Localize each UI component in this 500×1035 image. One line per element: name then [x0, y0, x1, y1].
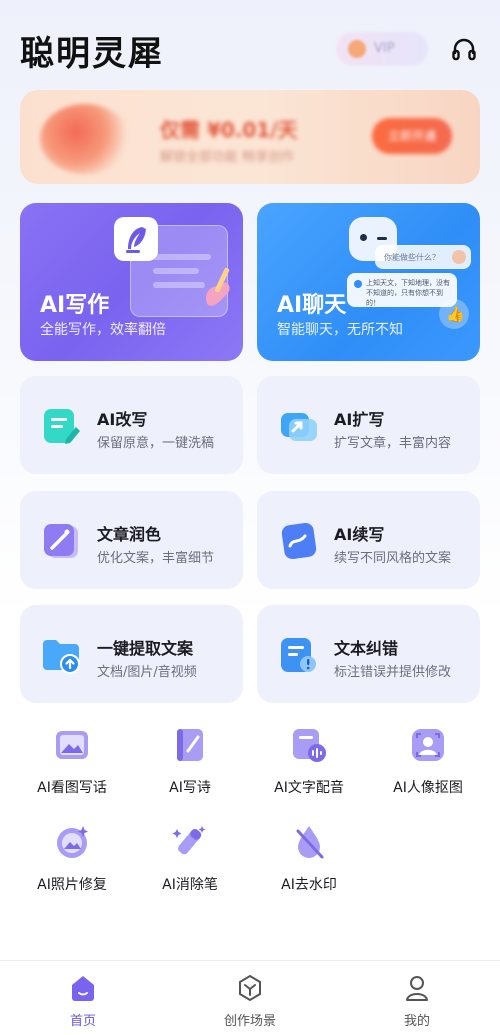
bot-avatar-icon: [354, 280, 362, 288]
tool-label: AI看图写话: [37, 780, 107, 796]
tool-picture-write[interactable]: AI看图写话: [16, 725, 126, 815]
card-title: 文本纠错: [334, 639, 399, 658]
card-subtitle: 保留原意，一键洗稿: [97, 436, 215, 451]
voice-dub-icon: [293, 729, 326, 762]
proofread-icon: [281, 638, 316, 672]
feature-card-ai-expand[interactable]: AI扩写 扩写文章，丰富内容: [257, 376, 480, 474]
feature-card-continue[interactable]: AI续写 续写不同风格的文案: [257, 491, 480, 589]
vip-label: VIP: [374, 41, 395, 56]
gift-illustration-icon: [40, 104, 130, 174]
tool-label: AI文字配音: [274, 780, 344, 796]
card-subtitle: 标注错误并提供修改: [334, 665, 452, 680]
home-icon: [72, 976, 94, 1001]
chat-bubble-answer: 上知天文，下知地理，没有不知道的，只有你想不到的！: [347, 273, 457, 307]
bottom-tab-bar: 首页 创作场景 我的: [0, 960, 500, 1035]
tool-label: AI消除笔: [162, 877, 218, 893]
vip-coin-icon: [348, 40, 366, 58]
vip-badge-button[interactable]: VIP: [336, 32, 428, 66]
tool-label: AI照片修复: [37, 877, 107, 893]
portrait-cutout-icon: [412, 729, 444, 761]
headset-icon[interactable]: [450, 36, 478, 64]
tool-label: AI人像抠图: [393, 780, 463, 796]
tab-profile[interactable]: 我的: [367, 973, 467, 1033]
continue-write-icon: [281, 522, 317, 560]
poem-book-icon: [177, 729, 203, 761]
magic-wand-icon: [44, 524, 78, 558]
feature-card-extract[interactable]: 一键提取文案 文档/图片/音视频: [20, 605, 243, 703]
user-icon: [406, 976, 428, 1001]
hand-pen-icon: [206, 267, 230, 306]
tab-label: 创作场景: [223, 1014, 276, 1029]
card-title: 文章润色: [97, 525, 162, 544]
feature-card-proofread[interactable]: 文本纠错 标注错误并提供修改: [257, 605, 480, 703]
hexagon-box-icon: [239, 974, 261, 1002]
eraser-pen-icon: [172, 826, 206, 855]
card-subtitle: 优化文案，丰富细节: [97, 551, 215, 566]
tool-voice-dub[interactable]: AI文字配音: [253, 725, 363, 815]
feature-card-ai-rewrite[interactable]: AI改写 保留原意，一键洗稿: [20, 376, 243, 474]
user-avatar-icon: [452, 250, 466, 264]
hero-title: AI聊天: [277, 293, 347, 318]
card-title: 一键提取文案: [97, 639, 194, 658]
hero-subtitle: 智能聊天，无所不知: [277, 322, 403, 338]
banner-subtitle: 解锁全部功能 畅享创作: [160, 150, 295, 165]
hero-title: AI写作: [40, 293, 110, 318]
tab-creation-scenes[interactable]: 创作场景: [200, 973, 300, 1033]
tool-portrait-cutout[interactable]: AI人像抠图: [372, 725, 482, 815]
tab-home[interactable]: 首页: [33, 973, 133, 1033]
app-title: 聪明灵犀: [20, 34, 164, 74]
banner-cta-button[interactable]: 立即开通: [372, 118, 452, 154]
card-subtitle: 续写不同风格的文案: [334, 551, 452, 566]
card-title: AI扩写: [334, 410, 385, 429]
chat-bubble-question: 你能做些什么？: [375, 245, 471, 269]
quill-pen-icon: [114, 217, 158, 261]
hero-card-ai-chat[interactable]: 你能做些什么？ 上知天文，下知地理，没有不知道的，只有你想不到的！ 👍 AI聊天…: [257, 203, 480, 361]
card-title: AI改写: [97, 410, 148, 429]
tool-label: AI写诗: [169, 780, 211, 796]
folder-upload-icon: [43, 640, 80, 674]
tool-watermark-remove[interactable]: AI去水印: [253, 822, 363, 912]
tab-label: 首页: [69, 1014, 96, 1029]
card-subtitle: 扩写文章，丰富内容: [334, 436, 452, 451]
feature-card-polish[interactable]: 文章润色 优化文案，丰富细节: [20, 491, 243, 589]
card-title: AI续写: [334, 525, 385, 544]
expand-link-icon: [281, 413, 317, 441]
watermark-remove-icon: [296, 826, 324, 859]
tool-photo-restore[interactable]: AI照片修复: [16, 822, 126, 912]
tool-poem[interactable]: AI写诗: [134, 725, 244, 815]
tab-label: 我的: [403, 1014, 430, 1029]
banner-price: 仅需 ¥0.01/天: [160, 118, 298, 142]
hero-subtitle: 全能写作，效率翻倍: [40, 322, 166, 338]
hero-card-ai-writing[interactable]: AI写作 全能写作，效率翻倍: [20, 203, 243, 361]
promo-banner[interactable]: 仅需 ¥0.01/天 解锁全部功能 畅享创作 立即开通: [20, 90, 480, 184]
photo-restore-icon: [57, 826, 88, 858]
edit-doc-icon: [44, 409, 80, 444]
picture-write-icon: [56, 731, 88, 759]
card-subtitle: 文档/图片/音视频: [97, 665, 197, 680]
tool-label: AI去水印: [281, 877, 337, 893]
tool-eraser-pen[interactable]: AI消除笔: [134, 822, 244, 912]
header: 聪明灵犀 VIP: [0, 0, 500, 90]
thumbs-up-icon: 👍: [439, 299, 469, 329]
